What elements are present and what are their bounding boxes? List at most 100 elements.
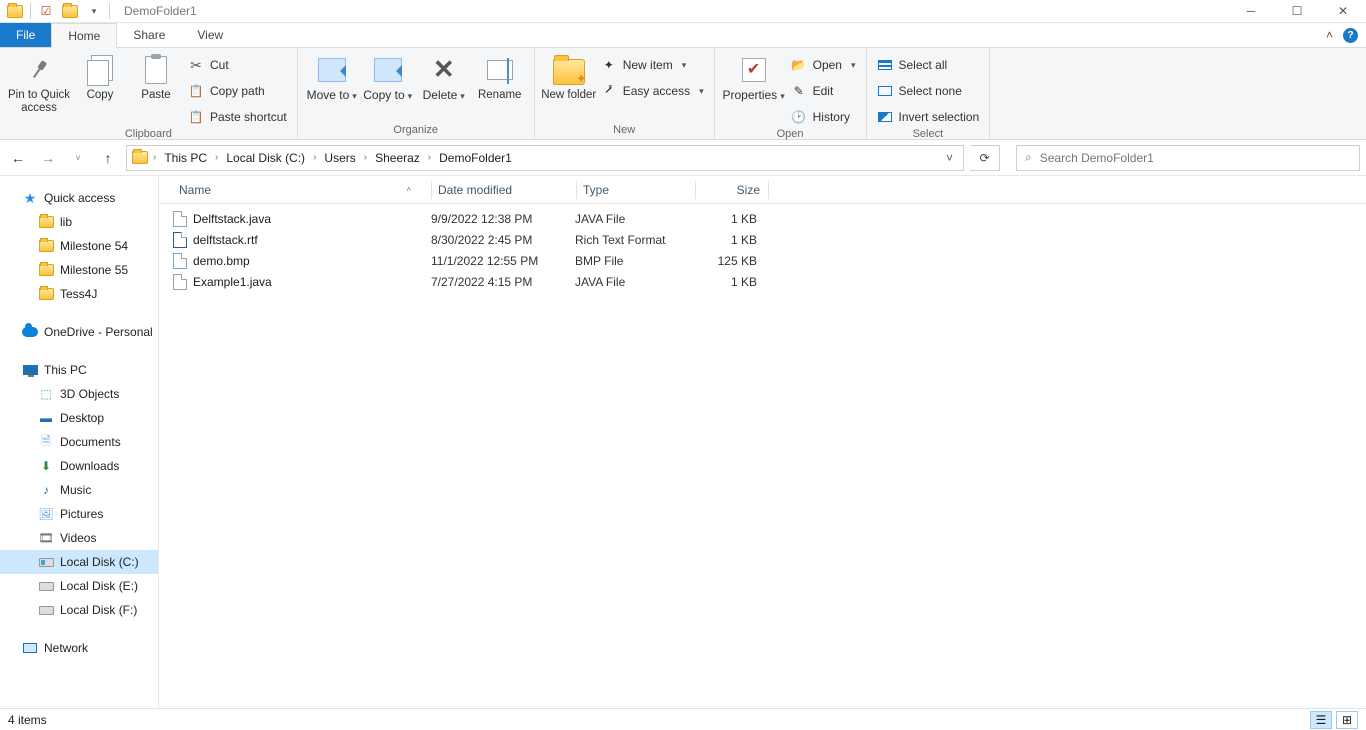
tree-item[interactable]: ♪Music <box>0 478 158 502</box>
tree-item[interactable]: ⬚3D Objects <box>0 382 158 406</box>
breadcrumb-segment[interactable]: Sheeraz <box>371 151 424 165</box>
copy-path-button[interactable]: 📋Copy path <box>184 80 291 102</box>
tree-onedrive[interactable]: OneDrive - Personal <box>0 320 158 344</box>
qat-customize-icon[interactable]: ▾ <box>85 2 103 20</box>
tree-item[interactable]: Milestone 55 <box>0 258 158 282</box>
file-row[interactable]: Example1.java7/27/2022 4:15 PMJAVA File1… <box>159 271 1366 292</box>
tree-item[interactable]: Milestone 54 <box>0 234 158 258</box>
tree-quick-access[interactable]: ★Quick access <box>0 186 158 210</box>
ribbon-group-organize: Move to▾ Copy to▾ ✕Delete▾ Rename Organi… <box>298 48 535 139</box>
file-row[interactable]: demo.bmp11/1/2022 12:55 PMBMP File125 KB <box>159 250 1366 271</box>
details-view-button[interactable]: ☰ <box>1310 711 1332 729</box>
tree-item[interactable]: Local Disk (F:) <box>0 598 158 622</box>
file-name: Delftstack.java <box>193 212 271 226</box>
tree-item[interactable]: lib <box>0 210 158 234</box>
forward-button[interactable]: → <box>36 146 60 170</box>
edit-icon: ✎ <box>791 83 807 99</box>
properties-qat-icon[interactable]: ☑ <box>37 2 55 20</box>
invert-selection-button[interactable]: Invert selection <box>873 106 984 128</box>
quick-access-toolbar: ☑ ▾ <box>0 2 116 20</box>
paste-button[interactable]: Paste <box>128 52 184 102</box>
column-header-type[interactable]: Type <box>577 183 695 197</box>
file-name: Example1.java <box>193 275 272 289</box>
copy-to-button[interactable]: Copy to▾ <box>360 52 416 103</box>
tree-item[interactable]: Tess4J <box>0 282 158 306</box>
file-row[interactable]: Delftstack.java9/9/2022 12:38 PMJAVA Fil… <box>159 208 1366 229</box>
back-button[interactable]: ← <box>6 146 30 170</box>
address-dropdown-icon[interactable]: ˅ <box>940 151 959 165</box>
copy-to-icon <box>374 58 402 82</box>
select-all-button[interactable]: Select all <box>873 54 984 76</box>
chevron-right-icon[interactable]: › <box>213 152 220 163</box>
tree-network[interactable]: Network <box>0 636 158 660</box>
easy-access-icon: ⭷ <box>601 83 617 99</box>
file-type: JAVA File <box>575 275 693 289</box>
chevron-right-icon[interactable]: › <box>362 152 369 163</box>
tree-item[interactable]: 🎞Videos <box>0 526 158 550</box>
new-folder-button[interactable]: New folder <box>541 52 597 102</box>
cut-button[interactable]: ✂Cut <box>184 54 291 76</box>
close-button[interactable]: ✕ <box>1320 0 1366 23</box>
search-input[interactable] <box>1040 151 1351 165</box>
file-date: 8/30/2022 2:45 PM <box>431 233 575 247</box>
select-none-icon <box>877 83 893 99</box>
easy-access-button[interactable]: ⭷Easy access▾ <box>597 80 708 102</box>
history-button[interactable]: 🕑History <box>787 106 860 128</box>
tree-item[interactable]: 🗎Documents <box>0 430 158 454</box>
tree-this-pc[interactable]: This PC <box>0 358 158 382</box>
tab-share[interactable]: Share <box>117 23 181 47</box>
tree-item[interactable]: Local Disk (E:) <box>0 574 158 598</box>
pin-to-quick-access-button[interactable]: Pin to Quick access <box>6 52 72 115</box>
tree-item[interactable]: 🖼Pictures <box>0 502 158 526</box>
paste-shortcut-button[interactable]: 📋Paste shortcut <box>184 106 291 128</box>
chevron-right-icon[interactable]: › <box>426 152 433 163</box>
properties-button[interactable]: ✔Properties▾ <box>721 52 787 103</box>
tab-home[interactable]: Home <box>51 23 117 48</box>
new-folder-qat-icon[interactable] <box>61 2 79 20</box>
recent-locations-button[interactable]: ˅ <box>66 146 90 170</box>
copy-icon <box>87 55 113 85</box>
status-bar: 4 items ☰ ⊞ <box>0 708 1366 730</box>
up-button[interactable]: ↑ <box>96 146 120 170</box>
copy-button[interactable]: Copy <box>72 52 128 102</box>
music-icon: ♪ <box>38 482 54 498</box>
new-item-button[interactable]: ✦New item▾ <box>597 54 708 76</box>
help-icon[interactable]: ? <box>1343 28 1358 43</box>
chevron-right-icon[interactable]: › <box>151 152 158 163</box>
delete-button[interactable]: ✕Delete▾ <box>416 52 472 103</box>
move-to-button[interactable]: Move to▾ <box>304 52 360 103</box>
open-button[interactable]: 📂Open▾ <box>787 54 860 76</box>
address-bar-row: ← → ˅ ↑ › This PC › Local Disk (C:) › Us… <box>0 140 1366 176</box>
tree-item[interactable]: ⬇Downloads <box>0 454 158 478</box>
maximize-button[interactable]: ☐ <box>1274 0 1320 23</box>
drive-icon <box>38 554 54 570</box>
large-icons-view-button[interactable]: ⊞ <box>1336 711 1358 729</box>
column-header-size[interactable]: Size <box>696 183 768 197</box>
clipboard-icon <box>145 56 167 84</box>
chevron-right-icon[interactable]: › <box>311 152 318 163</box>
file-date: 11/1/2022 12:55 PM <box>431 254 575 268</box>
edit-button[interactable]: ✎Edit <box>787 80 860 102</box>
address-bar[interactable]: › This PC › Local Disk (C:) › Users › Sh… <box>126 145 964 171</box>
breadcrumb-segment[interactable]: Local Disk (C:) <box>222 151 309 165</box>
select-none-button[interactable]: Select none <box>873 80 984 102</box>
invert-selection-icon <box>877 109 893 125</box>
refresh-button[interactable]: ⟳ <box>970 145 1000 171</box>
tree-item[interactable]: ▬Desktop <box>0 406 158 430</box>
search-box[interactable]: ⌕ <box>1016 145 1360 171</box>
breadcrumb-segment[interactable]: Users <box>320 151 359 165</box>
folder-icon <box>38 262 54 278</box>
column-header-date[interactable]: Date modified <box>432 183 576 197</box>
minimize-ribbon-icon[interactable]: ˄ <box>1326 28 1333 42</box>
column-header-name[interactable]: Name˄ <box>173 183 431 197</box>
breadcrumb-segment[interactable]: This PC <box>160 151 211 165</box>
rename-button[interactable]: Rename <box>472 52 528 102</box>
tab-view[interactable]: View <box>181 23 239 47</box>
tree-item-local-disk-c[interactable]: Local Disk (C:) <box>0 550 158 574</box>
status-item-count: 4 items <box>8 713 47 727</box>
minimize-button[interactable]: ─ <box>1228 0 1274 23</box>
breadcrumb-segment[interactable]: DemoFolder1 <box>435 151 516 165</box>
tab-file[interactable]: File <box>0 23 51 47</box>
group-label: New <box>535 124 714 139</box>
file-row[interactable]: delftstack.rtf8/30/2022 2:45 PMRich Text… <box>159 229 1366 250</box>
